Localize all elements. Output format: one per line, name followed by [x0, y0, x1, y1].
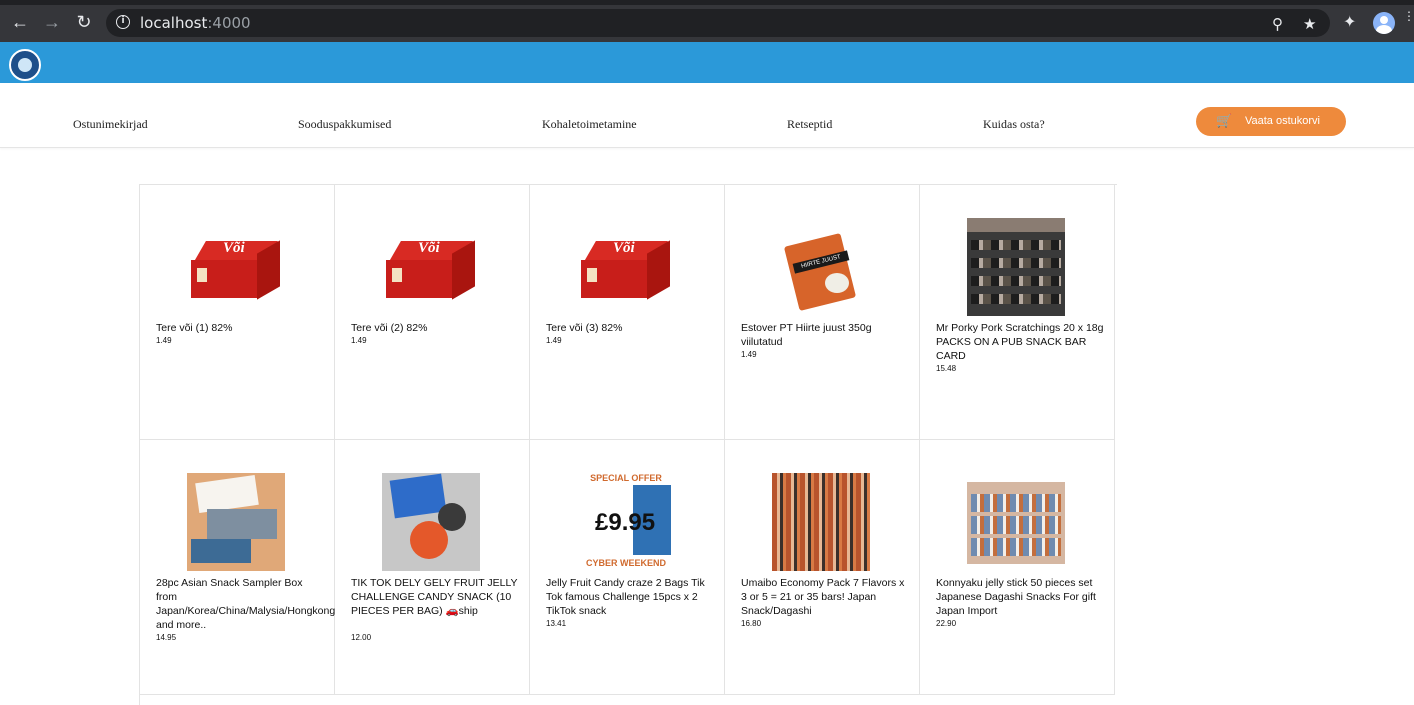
nav-shopping-lists[interactable]: Ostunimekirjad — [73, 117, 148, 132]
snack-pack — [191, 539, 251, 563]
product-image-jelly-candy[interactable]: SPECIAL OFFER £9.95 CYBER WEEKEND — [577, 473, 675, 571]
tab-strip — [0, 0, 1414, 5]
box-panel — [392, 268, 402, 282]
product-price: 1.49 — [351, 336, 367, 345]
product-image-konnyaku[interactable] — [967, 482, 1065, 564]
product-card[interactable]: Umaibo Economy Pack 7 Flavors x 3 or 5 =… — [725, 440, 920, 695]
profile-avatar-icon[interactable] — [1373, 12, 1395, 34]
offer-footer: CYBER WEEKEND — [585, 558, 666, 568]
box-panel — [587, 268, 597, 282]
product-price: 1.49 — [741, 350, 757, 359]
site-header — [0, 42, 1414, 83]
pack-row — [971, 258, 1061, 268]
product-name[interactable]: Tere või (2) 82% — [351, 321, 521, 335]
bookmark-star-icon[interactable]: ★ — [1303, 15, 1316, 33]
product-price: 12.00 — [351, 633, 372, 642]
cheese-window — [825, 273, 849, 293]
card-header-strip — [967, 218, 1065, 232]
logo-emblem — [18, 58, 32, 72]
url-text[interactable]: localhost:4000 — [140, 14, 251, 32]
product-card[interactable]: Või Tere või (2) 82% 1.49 — [335, 185, 530, 440]
offer-headline: SPECIAL OFFER — [590, 473, 662, 483]
snack-pack — [207, 509, 277, 539]
butter-brand-label: Või — [418, 240, 440, 256]
product-card[interactable]: 28pc Asian Snack Sampler Box from Japan/… — [140, 440, 335, 695]
product-image-butter[interactable]: Või — [191, 235, 283, 301]
nav-delivery[interactable]: Kohaletoimetamine — [542, 117, 637, 132]
product-card[interactable]: Või Tere või (1) 82% 1.49 — [140, 185, 335, 440]
main-navigation: Ostunimekirjad Sooduspakkumised Kohaleto… — [0, 83, 1414, 148]
stick-row — [971, 494, 1061, 512]
product-image-cheese[interactable]: HIIRTE JUUST — [777, 232, 867, 312]
candy-piece — [410, 521, 448, 559]
butter-brand-label: Või — [613, 240, 635, 256]
product-name[interactable]: Tere või (3) 82% — [546, 321, 716, 335]
product-name[interactable]: Jelly Fruit Candy craze 2 Bags Tik Tok f… — [546, 576, 716, 618]
product-grid: Või Tere või (1) 82% 1.49 Või Tere või (… — [139, 184, 1117, 705]
reload-icon[interactable]: ↻ — [74, 12, 94, 32]
view-cart-button[interactable]: 🛒 Vaata ostukorvi — [1196, 107, 1346, 136]
product-price: 13.41 — [546, 619, 567, 628]
shopping-cart-icon: 🛒 — [1216, 113, 1233, 128]
product-name[interactable]: Umaibo Economy Pack 7 Flavors x 3 or 5 =… — [741, 576, 911, 618]
product-card[interactable]: SPECIAL OFFER £9.95 CYBER WEEKEND Jelly … — [530, 440, 725, 695]
pack-row — [971, 240, 1061, 250]
product-card[interactable]: Mr Porky Pork Scratchings 20 x 18g PACKS… — [920, 185, 1115, 440]
stick-row — [971, 538, 1061, 556]
product-image-fruit-jelly[interactable] — [382, 473, 480, 571]
pack-row — [971, 294, 1061, 304]
avatar-head — [1380, 16, 1388, 24]
product-name[interactable]: TIK TOK DELY GELY FRUIT JELLY CHALLENGE … — [351, 576, 521, 618]
browser-toolbar: ← → ↻ i localhost:4000 ⚲ ★ ✦ ⋮ — [0, 0, 1414, 42]
product-name[interactable]: 28pc Asian Snack Sampler Box from Japan/… — [156, 576, 335, 632]
browser-menu-icon[interactable]: ⋮ — [1403, 10, 1414, 22]
product-image-snack-box[interactable] — [187, 473, 285, 571]
stick-row — [971, 516, 1061, 534]
product-card[interactable]: HIIRTE JUUST Estover PT Hiirte juust 350… — [725, 185, 920, 440]
butter-brand-label: Või — [223, 240, 245, 256]
product-card[interactable]: Konnyaku jelly stick 50 pieces set Japan… — [920, 440, 1115, 695]
product-price: 15.48 — [936, 364, 957, 373]
avatar-body — [1376, 25, 1392, 34]
product-price: 1.49 — [546, 336, 562, 345]
product-price: 22.90 — [936, 619, 957, 628]
product-name[interactable]: Tere või (1) 82% — [156, 321, 326, 335]
product-name[interactable]: Konnyaku jelly stick 50 pieces set Japan… — [936, 576, 1106, 618]
product-name[interactable]: Estover PT Hiirte juust 350g viilutatud — [741, 321, 911, 349]
snack-pack — [195, 474, 259, 514]
box-panel — [197, 268, 207, 282]
product-price: 14.95 — [156, 633, 177, 642]
product-price: 16.80 — [741, 619, 762, 628]
site-logo[interactable] — [9, 49, 41, 81]
zoom-icon[interactable]: ⚲ — [1272, 15, 1283, 33]
offer-price: £9.95 — [595, 509, 656, 536]
product-image-butter[interactable]: Või — [386, 235, 478, 301]
url-host: localhost — [140, 14, 208, 32]
forward-arrow-icon[interactable]: → — [42, 12, 62, 32]
nav-special-offers[interactable]: Sooduspakkumised — [298, 117, 391, 132]
site-info-icon[interactable]: i — [116, 15, 130, 29]
cart-button-label: Vaata ostukorvi — [1245, 115, 1321, 127]
nav-how-to-buy[interactable]: Kuidas osta? — [983, 117, 1045, 132]
pack-row — [971, 276, 1061, 286]
back-arrow-icon[interactable]: ← — [10, 12, 30, 32]
product-image-butter[interactable]: Või — [581, 235, 673, 301]
extensions-puzzle-icon[interactable]: ✦ — [1343, 12, 1356, 32]
product-image-pork-scratchings[interactable] — [967, 218, 1065, 316]
product-card[interactable]: Või Tere või (3) 82% 1.49 — [530, 185, 725, 440]
product-image-umaibo[interactable] — [772, 473, 870, 571]
nav-recipes[interactable]: Retseptid — [787, 117, 832, 132]
product-price: 1.49 — [156, 336, 172, 345]
url-port: :4000 — [207, 14, 251, 32]
address-bar[interactable]: i localhost:4000 ⚲ ★ — [106, 9, 1330, 37]
product-name[interactable]: Mr Porky Pork Scratchings 20 x 18g PACKS… — [936, 321, 1106, 363]
product-card[interactable]: TIK TOK DELY GELY FRUIT JELLY CHALLENGE … — [335, 440, 530, 695]
